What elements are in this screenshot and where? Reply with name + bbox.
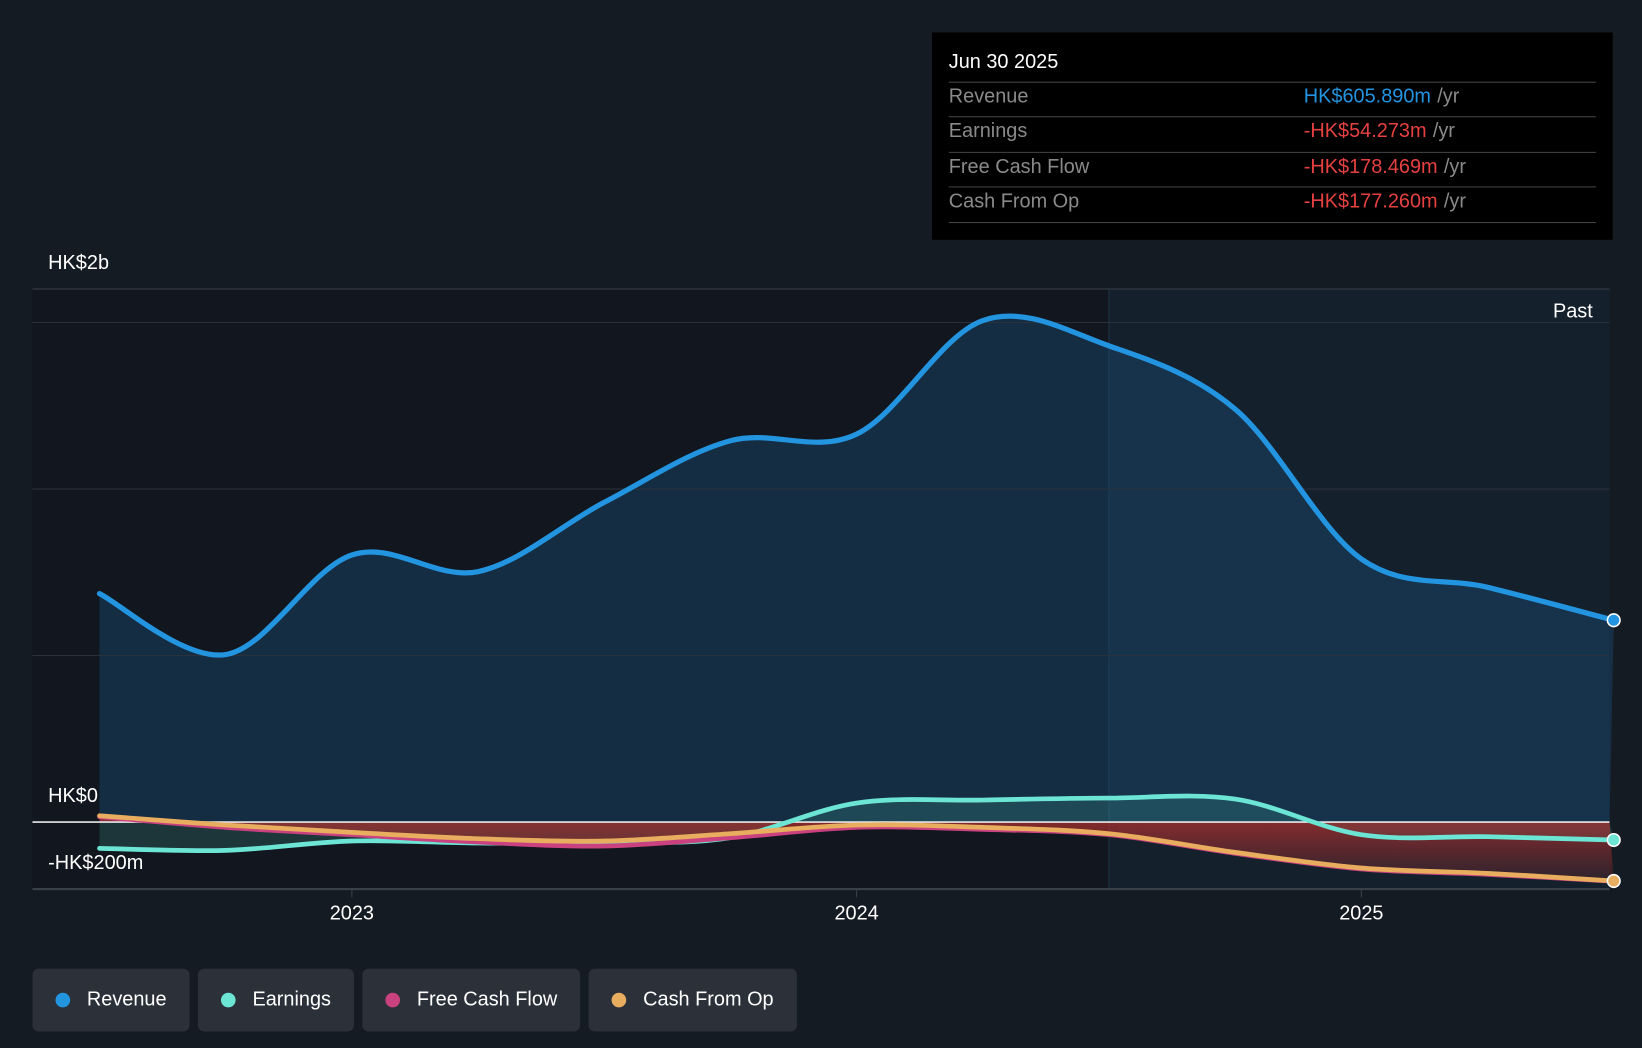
fcf-dot-icon	[385, 992, 401, 1008]
cfo-dot-icon	[611, 992, 627, 1008]
revenue-end-point	[1606, 613, 1621, 628]
earnings-dot-icon	[221, 992, 236, 1008]
tooltip-row-earnings: Earnings -HK$54.273m/yr	[948, 116, 1596, 152]
revenue-dot-icon	[55, 992, 71, 1008]
tooltip: Jun 30 2025 Revenue HK$605.890m/yr Earni…	[932, 32, 1613, 240]
earnings-end-point	[1606, 832, 1621, 848]
tooltip-row-revenue: Revenue HK$605.890m/yr	[948, 81, 1596, 118]
tooltip-row-fcf: Free Cash Flow -HK$178.469m/yr	[948, 151, 1596, 188]
tooltip-divider	[948, 222, 1596, 224]
cfo-end-point	[1606, 873, 1621, 889]
tooltip-value: -HK$178.469m/yr	[1303, 156, 1466, 179]
chart-stage: HK$2b HK$0 -HK$200m 2023 2024 2025 Past …	[0, 0, 1642, 1048]
y-tick-label: -HK$200m	[48, 852, 144, 875]
legend-cash-from-op[interactable]: Cash From Op	[588, 968, 797, 1032]
legend-revenue[interactable]: Revenue	[32, 968, 190, 1032]
legend-free-cash-flow[interactable]: Free Cash Flow	[362, 968, 581, 1032]
x-tick-label: 2023	[329, 902, 374, 925]
tooltip-date: Jun 30 2025	[948, 51, 1059, 74]
tooltip-label: Cash From Op	[948, 190, 1080, 213]
tooltip-row-cfo: Cash From Op -HK$177.260m/yr	[948, 186, 1596, 222]
past-label: Past	[1552, 300, 1593, 323]
tooltip-value: -HK$177.260m/yr	[1303, 190, 1466, 213]
x-tick-label: 2024	[834, 902, 879, 925]
tooltip-value: HK$605.890m/yr	[1303, 85, 1460, 108]
tooltip-label: Free Cash Flow	[948, 156, 1090, 179]
legend-earnings[interactable]: Earnings	[197, 968, 355, 1032]
y-tick-label: HK$2b	[48, 252, 110, 275]
x-tick-label: 2025	[1339, 902, 1384, 925]
y-tick-label: HK$0	[48, 785, 98, 808]
tooltip-label: Revenue	[948, 85, 1029, 108]
legend: Revenue Earnings Free Cash Flow Cash Fro…	[32, 968, 797, 1032]
tooltip-value: -HK$54.273m/yr	[1303, 120, 1455, 143]
tooltip-label: Earnings	[948, 120, 1028, 143]
